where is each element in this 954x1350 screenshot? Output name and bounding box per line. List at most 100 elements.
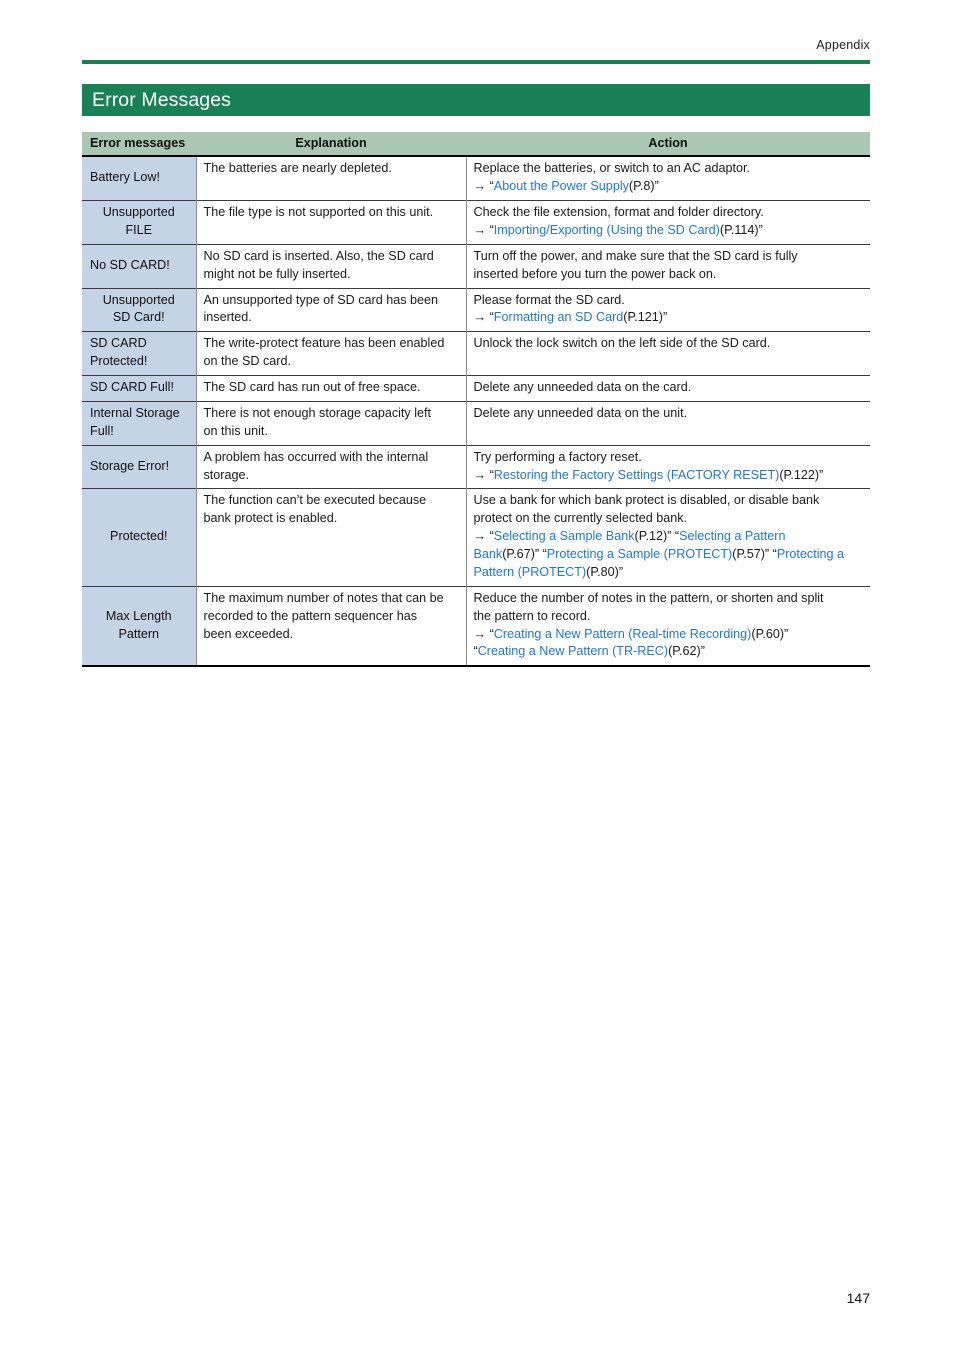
error-message-line: Protected! [90,354,148,369]
explanation-cell: The SD card has run out of free space. [195,375,466,402]
action-line: Delete any unneeded data on the card. [473,380,692,395]
error-message-line: Unsupported [102,205,175,220]
explanation-cell: The maximum number of notes that can be r… [195,586,466,667]
explanation-cell: An unsupported type of SD card has been i… [195,288,466,332]
column-header-error-messages: Error messages [82,132,196,157]
action-line: inserted before you turn the power back … [473,266,717,281]
explanation-line: might not be fully inserted. [203,266,351,281]
explanation-line: bank protect is enabled. [203,511,338,526]
table-row: Protected! The function can’t be executed… [82,488,870,587]
error-message-label: No SD CARD! [82,244,196,289]
table-header: Error messages Explanation Action [82,132,870,157]
action-cell: Delete any unneeded data on the card. [465,375,870,402]
table-body: Battery Low! The batteries are nearly dep… [82,156,870,667]
table-row: Storage Error! A problem has occurred wit… [82,445,870,489]
error-message-label: Storage Error! [82,445,196,489]
page-reference-text: (P.114)” [719,222,763,237]
page-reference-text: (P.67)” “ [502,547,547,562]
error-message-line: Full! [90,423,114,438]
error-message-line: No SD CARD! [90,257,170,272]
explanation-cell: A problem has occurred with the internal… [195,445,466,489]
cross-reference-link[interactable]: Selecting a Sample Bank [494,529,635,543]
error-message-line: FILE [125,222,153,237]
action-cell: Delete any unneeded data on the unit. [465,401,870,446]
action-cell: Try performing a factory reset. → “Restor… [465,445,870,489]
action-line: Check the file extension, format and fol… [473,205,764,220]
error-message-label: Unsupported FILE [82,200,196,245]
error-message-line: Battery Low! [90,170,160,185]
cross-reference-link[interactable]: Bank [474,547,503,561]
arrow-icon: → “ [473,529,494,544]
action-line: Pattern (PROTECT)(P.80)” [474,564,864,582]
header-rule [82,60,870,64]
action-line: Bank(P.67)” “Protecting a Sample (PROTEC… [474,546,864,564]
explanation-line: The batteries are nearly depleted. [203,161,392,176]
cross-reference-link[interactable]: About the Power Supply [494,179,629,193]
cross-reference-link[interactable]: Protecting a Sample (PROTECT) [547,547,732,561]
table-row: Internal Storage Full! There is not enough… [82,401,870,446]
explanation-line: been exceeded. [203,626,294,641]
cross-reference-link[interactable]: Creating a New Pattern (TR-REC) [478,644,668,658]
explanation-cell: There is not enough storage capacity lef… [195,401,466,446]
explanation-cell: The file type is not supported on this u… [195,200,466,245]
action-line: → “About the Power Supply(P.8)” [474,178,864,196]
error-message-label: Max Length Pattern [82,586,196,667]
arrow-icon: → “ [473,310,494,325]
cross-reference-link[interactable]: Importing/Exporting (Using the SD Card) [494,223,720,237]
error-message-label: SD CARD Protected! [82,331,196,376]
action-cell: Use a bank for which bank protect is dis… [465,488,870,587]
explanation-line: There is not enough storage capacity lef… [203,405,432,420]
document-page: Appendix Error Messages Error messages E… [0,0,954,1350]
error-messages-table: Error messages Explanation Action Batter… [82,132,870,667]
error-message-line: SD Card! [112,310,165,325]
action-line: the pattern to record. [473,608,591,623]
page-reference-text: (P.12)” “ [634,529,680,544]
explanation-line: recorded to the pattern sequencer has [203,608,418,623]
page-reference-text: (P.57)” “ [732,547,777,562]
column-header-action: Action [466,132,870,157]
explanation-line: The write-protect feature has been enabl… [203,336,445,351]
cross-reference-link[interactable]: Selecting a Pattern [679,529,785,543]
error-message-line: Max Length [105,608,172,623]
table-row: Battery Low! The batteries are nearly dep… [82,156,870,201]
action-line: → “Selecting a Sample Bank(P.12)” “Selec… [474,528,864,546]
error-message-label: Internal Storage Full! [82,401,196,446]
error-message-label: Unsupported SD Card! [82,288,196,332]
cross-reference-link[interactable]: Protecting a [777,547,844,561]
error-message-line: SD CARD Full! [90,380,174,395]
table-row: Max Length Pattern The maximum number of n… [82,586,870,667]
page-number: 147 [846,1290,870,1306]
page-reference-text: (P.8)” [628,179,659,194]
table-header-row: Error messages Explanation Action [82,132,870,157]
cross-reference-link[interactable]: Creating a New Pattern (Real-time Record… [494,627,752,641]
explanation-line: The function can’t be executed because [203,493,427,508]
action-line: “Creating a New Pattern (TR-REC)(P.62)” [474,643,864,661]
page-reference-text: (P.122)” [779,467,824,482]
action-line: Replace the batteries, or switch to an A… [473,161,751,176]
action-cell: Turn off the power, and make sure that t… [465,244,870,289]
table-row: SD CARD Full! The SD card has run out of … [82,375,870,402]
table-row: Unsupported FILE The file type is not supp… [82,200,870,245]
explanation-line: No SD card is inserted. Also, the SD car… [203,248,434,263]
action-line: Unlock the lock switch on the left side … [473,336,771,351]
arrow-icon: → “ [473,222,494,237]
explanation-cell: No SD card is inserted. Also, the SD car… [195,244,466,289]
explanation-line: A problem has occurred with the internal [203,449,429,464]
cross-reference-link[interactable]: Restoring the Factory Settings (FACTORY … [494,468,780,482]
action-cell: Replace the batteries, or switch to an A… [465,156,870,201]
cross-reference-link[interactable]: Pattern (PROTECT) [474,565,587,579]
action-cell: Check the file extension, format and fol… [465,200,870,245]
action-line: → “Restoring the Factory Settings (FACTO… [474,467,864,485]
action-line: → “Creating a New Pattern (Real-time Rec… [474,626,864,644]
error-message-line: Pattern [118,626,160,641]
cross-reference-link[interactable]: Formatting an SD Card [494,310,624,324]
action-line: Please format the SD card. [473,292,625,307]
explanation-line: The file type is not supported on this u… [203,205,434,220]
action-line: → “Importing/Exporting (Using the SD Car… [474,222,864,240]
explanation-line: storage. [203,467,250,482]
arrow-icon: → “ [473,626,494,641]
explanation-line: The SD card has run out of free space. [203,380,421,395]
error-message-label: Protected! [82,488,196,587]
action-cell: Please format the SD card. → “Formatting … [465,288,870,332]
action-line: protect on the currently selected bank. [473,511,688,526]
